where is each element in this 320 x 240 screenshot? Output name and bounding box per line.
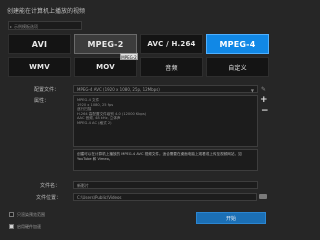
attribute-line: MPEG-4 AC (格式 2) — [77, 120, 112, 125]
preset-dropdown[interactable]: ▸ 示例模板选项 — [8, 21, 82, 30]
format-mpeg4-button[interactable]: MPEG-4 — [206, 34, 269, 54]
description-box: 创建可以在计算机上播放的 MPEG-4 AVC 视频文件。适合需要在桌面电脑上观… — [73, 149, 258, 171]
chevron-down-icon: ▼ — [250, 88, 254, 93]
format-mpeg2-button[interactable]: MPEG-2 — [74, 34, 137, 54]
start-button[interactable]: 开始 — [196, 212, 266, 224]
format-grid: AVI MPEG-2 AVC / H.264 MPEG-4 WMV MOV 音频… — [8, 34, 270, 77]
format-wmv-button[interactable]: WMV — [8, 57, 71, 77]
browse-folder-icon[interactable] — [259, 194, 267, 199]
description-text: 创建可以在计算机上播放的 MPEG-4 AVC 视频文件。适合需要在桌面电脑上观… — [77, 152, 242, 161]
edit-profile-icon[interactable]: ✎ — [261, 86, 266, 93]
format-custom-button[interactable]: 自定义 — [206, 57, 269, 77]
attributes-label: 属性： — [34, 98, 50, 104]
profile-dropdown[interactable]: MPEG-4 AVC (1920 x 1080, 25p, 12Mbps) ▼ — [73, 85, 258, 93]
profile-label: 配置文件： — [34, 87, 60, 93]
render-range-checkbox[interactable] — [9, 212, 14, 217]
format-avi-button[interactable]: AVI — [8, 34, 71, 54]
profile-dropdown-value: MPEG-4 AVC (1920 x 1080, 25p, 12Mbps) — [77, 87, 160, 92]
dialog-title: 创建能在计算机上播放的视频 — [7, 8, 86, 15]
add-profile-button[interactable]: + — [260, 96, 268, 105]
preset-dropdown-value: 示例模板选项 — [14, 24, 38, 29]
format-audio-button[interactable]: 音频 — [140, 57, 203, 77]
file-name-label: 文件名： — [40, 183, 61, 189]
file-location-input[interactable]: C:\Users\Public\Videos — [73, 193, 257, 201]
file-location-label: 文件位置： — [36, 195, 62, 201]
attributes-box: MPEG-4 文件 1920 x 1080, 25 fps 逐行扫描 H.264… — [73, 95, 258, 147]
file-name-input[interactable]: 新影片 — [73, 181, 258, 189]
format-tooltip: MPEG-2 — [120, 53, 138, 60]
format-avc-h264-button[interactable]: AVC / H.264 — [140, 34, 203, 54]
remove-profile-button[interactable]: − — [261, 107, 269, 116]
hw-accel-checkbox[interactable] — [9, 224, 14, 229]
chevron-right-icon: ▸ — [10, 24, 13, 29]
hw-accel-label: 启用硬件加速 — [17, 224, 41, 229]
render-range-label: 只渲染预览范围 — [17, 212, 45, 217]
